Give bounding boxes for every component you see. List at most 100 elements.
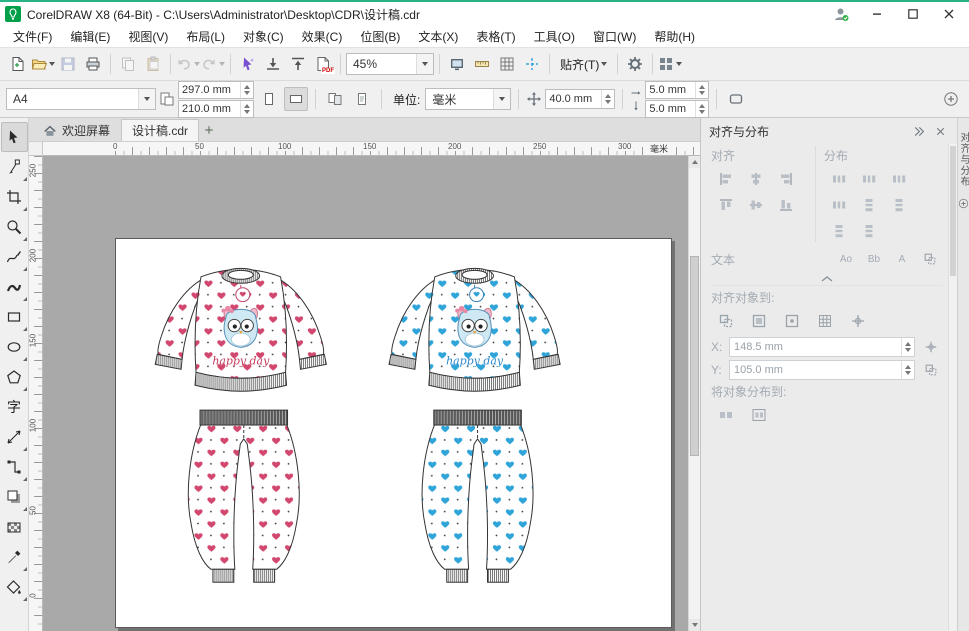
scroll-up-button[interactable] — [689, 156, 700, 168]
duplicate-y-input[interactable] — [645, 100, 709, 118]
open-button[interactable] — [31, 52, 55, 76]
align-text-bounding-box-button[interactable] — [917, 248, 943, 270]
align-center-h-button[interactable] — [741, 166, 771, 192]
pajama-set-blue[interactable]: happy day — [389, 268, 560, 582]
vertical-ruler[interactable]: 250 200 150 100 50 0 — [29, 156, 43, 631]
current-page-button[interactable] — [350, 87, 374, 111]
docker-tab-align-distribute[interactable]: 对齐与分布 — [956, 132, 969, 187]
drop-shadow-tool[interactable] — [1, 482, 28, 512]
ellipse-tool[interactable] — [1, 332, 28, 362]
align-to-grid-button[interactable] — [810, 308, 840, 334]
scrollbar-thumb[interactable] — [950, 146, 956, 276]
new-document-button[interactable] — [6, 52, 30, 76]
maximize-button[interactable] — [898, 4, 928, 24]
menu-help[interactable]: 帮助(H) — [645, 25, 704, 48]
spinner-buttons[interactable] — [695, 101, 708, 117]
align-to-point-button[interactable] — [843, 308, 873, 334]
chevron-down-icon[interactable] — [138, 89, 155, 109]
all-pages-button[interactable] — [323, 87, 347, 111]
distribute-right-button[interactable] — [824, 192, 854, 218]
vertical-scrollbar[interactable] — [688, 156, 700, 631]
spinner-buttons[interactable] — [601, 90, 614, 108]
align-to-page-center-button[interactable] — [777, 308, 807, 334]
save-button[interactable] — [56, 52, 80, 76]
undo-button[interactable] — [176, 52, 200, 76]
distribute-left-button[interactable] — [824, 166, 854, 192]
user-account-button[interactable] — [826, 4, 856, 24]
polygon-tool[interactable] — [1, 362, 28, 392]
docker-close-button[interactable] — [931, 122, 949, 140]
show-grid-button[interactable] — [495, 52, 519, 76]
close-button[interactable] — [934, 4, 964, 24]
spinner-buttons[interactable] — [695, 82, 708, 98]
minimize-button[interactable] — [862, 4, 892, 24]
publish-pdf-button[interactable]: PDF — [311, 52, 335, 76]
page-width-input[interactable] — [178, 81, 254, 99]
x-coordinate-input[interactable] — [729, 337, 915, 357]
artistic-media-tool[interactable] — [1, 272, 28, 302]
dimension-tool[interactable] — [1, 422, 28, 452]
ruler-origin[interactable] — [29, 142, 43, 156]
portrait-button[interactable] — [257, 87, 281, 111]
chevron-down-icon[interactable] — [416, 54, 433, 74]
spinner-buttons[interactable] — [901, 361, 914, 379]
crop-tool[interactable] — [1, 182, 28, 212]
docker-section-collapse[interactable] — [711, 270, 943, 286]
menu-edit[interactable]: 编辑(E) — [61, 25, 119, 48]
menu-text[interactable]: 文本(X) — [409, 25, 467, 48]
full-screen-preview-button[interactable] — [445, 52, 469, 76]
shape-tool[interactable] — [1, 152, 28, 182]
distribute-spacing-v-button[interactable] — [824, 218, 854, 244]
distribute-to-selection-button[interactable] — [711, 402, 741, 428]
redo-button[interactable] — [201, 52, 225, 76]
export-button[interactable] — [286, 52, 310, 76]
scrollbar-thumb[interactable] — [690, 256, 699, 456]
duplicate-x-input[interactable] — [645, 81, 709, 99]
menu-effects[interactable]: 效果(C) — [293, 25, 352, 48]
spinner-buttons[interactable] — [240, 82, 253, 98]
menu-object[interactable]: 对象(C) — [234, 25, 293, 48]
zoom-tool[interactable] — [1, 212, 28, 242]
align-text-last-line-button[interactable]: Bb — [861, 248, 887, 270]
menu-window[interactable]: 窗口(W) — [584, 25, 645, 48]
snap-to-dropdown[interactable]: 贴齐(T) — [555, 52, 612, 76]
page-size-combobox[interactable]: A4 — [6, 88, 156, 110]
drawing-page[interactable]: happy day — [115, 238, 672, 628]
tab-design-doc[interactable]: 设计稿.cdr — [121, 119, 199, 141]
pick-tool[interactable] — [1, 122, 28, 152]
distribute-middle-button[interactable] — [884, 192, 914, 218]
import-button[interactable] — [261, 52, 285, 76]
add-docker-button[interactable] — [958, 197, 969, 209]
distribute-bottom-button[interactable] — [854, 218, 884, 244]
y-coordinate-input[interactable] — [729, 360, 915, 380]
application-launcher-button[interactable] — [658, 52, 682, 76]
canvas[interactable]: happy day — [43, 156, 688, 631]
spinner-buttons[interactable] — [901, 338, 914, 356]
pajama-set-pink[interactable]: happy day — [155, 268, 326, 582]
freehand-tool[interactable] — [1, 242, 28, 272]
docker-collapse-button[interactable] — [909, 122, 927, 140]
menu-bitmaps[interactable]: 位图(B) — [351, 25, 409, 48]
align-middle-button[interactable] — [741, 192, 771, 218]
transparency-tool[interactable] — [1, 512, 28, 542]
quick-customize-button[interactable] — [939, 87, 963, 111]
align-top-button[interactable] — [711, 192, 741, 218]
menu-layout[interactable]: 布局(L) — [177, 25, 234, 48]
nudge-distance-input[interactable] — [545, 89, 615, 109]
scroll-down-button[interactable] — [689, 619, 700, 631]
align-right-button[interactable] — [771, 166, 801, 192]
distribute-top-button[interactable] — [854, 192, 884, 218]
distribute-to-page-button[interactable] — [744, 402, 774, 428]
copy-button[interactable] — [116, 52, 140, 76]
distribute-center-h-button[interactable] — [854, 166, 884, 192]
align-bottom-button[interactable] — [771, 192, 801, 218]
horizontal-ruler[interactable]: 0 50 100 150 200 250 300 毫米 — [43, 142, 700, 156]
options-button[interactable] — [623, 52, 647, 76]
page-height-input[interactable] — [178, 100, 254, 118]
new-tab-button[interactable] — [199, 119, 219, 141]
zoom-level-combobox[interactable]: 45% — [346, 53, 434, 75]
distribute-spacing-h-button[interactable] — [884, 166, 914, 192]
text-tool[interactable]: 字 — [1, 392, 28, 422]
show-guidelines-button[interactable] — [520, 52, 544, 76]
units-combobox[interactable]: 毫米 — [425, 88, 511, 110]
